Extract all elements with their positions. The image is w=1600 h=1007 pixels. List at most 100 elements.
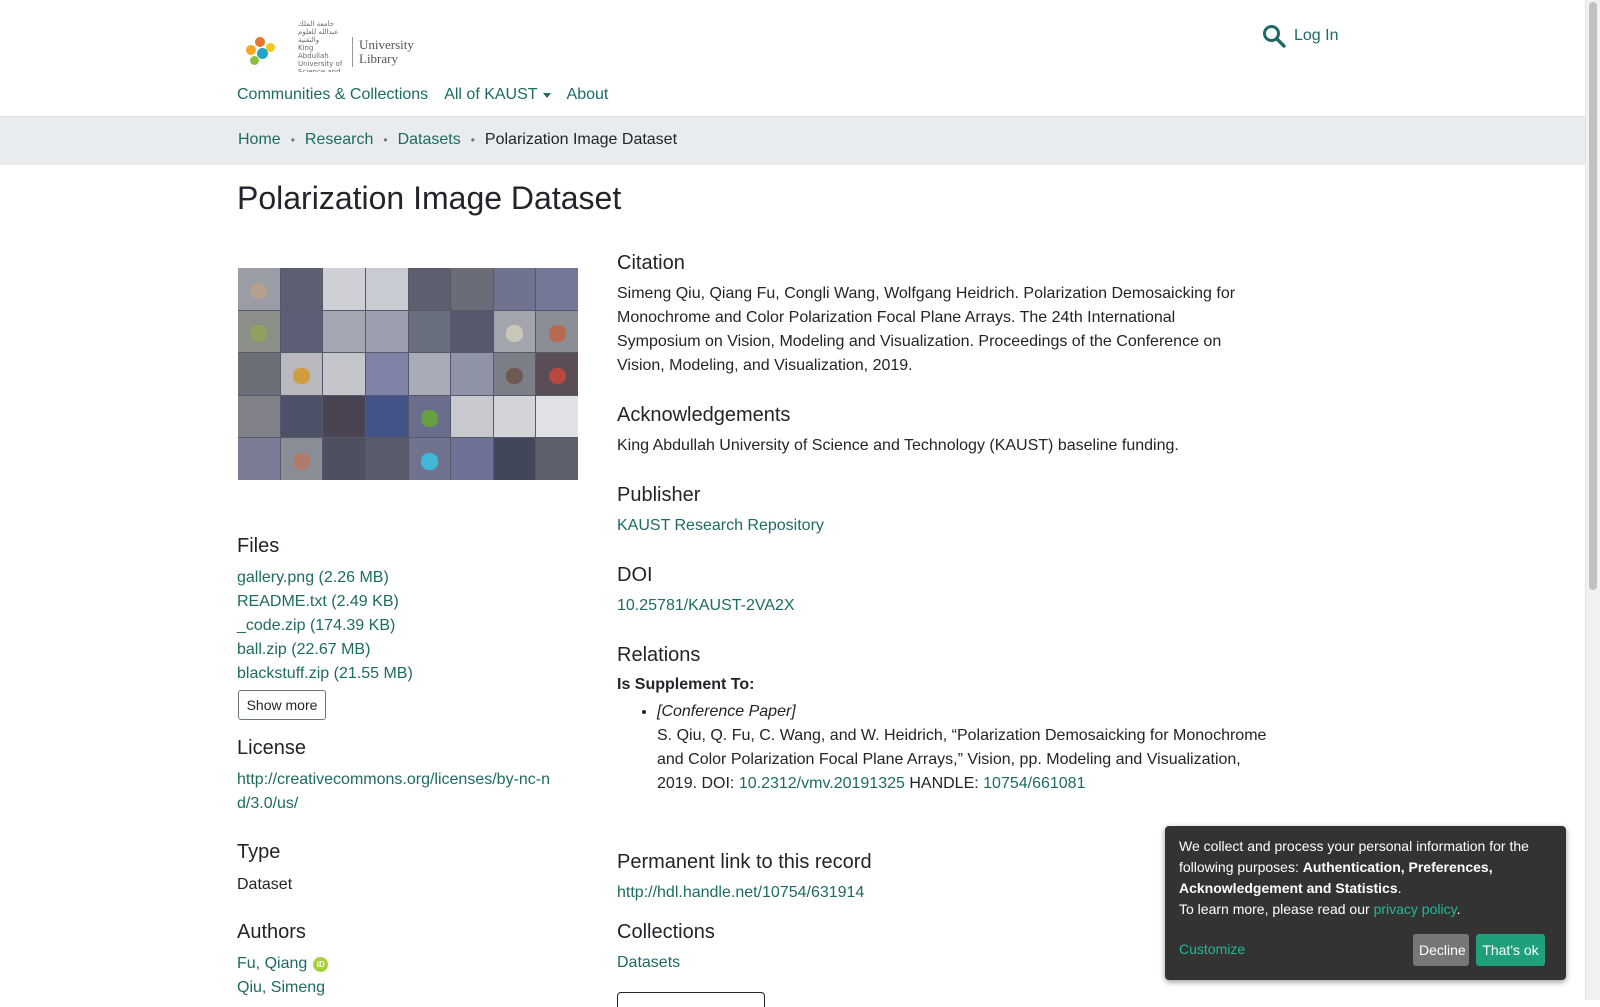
relation-handle-label: HANDLE: [904, 775, 984, 792]
collection-link[interactable]: Datasets [617, 951, 680, 975]
relation-handle-link[interactable]: 10754/661081 [983, 775, 1085, 792]
license-link[interactable]: http://creativecommons.org/licenses/by-n… [237, 768, 557, 816]
doi-link[interactable]: 10.25781/KAUST-2VA2X [617, 594, 795, 618]
scrollbar-thumb[interactable] [1589, 2, 1597, 590]
thumbnail-tile [323, 310, 365, 353]
dataset-thumbnail[interactable] [238, 268, 578, 480]
thumbnail-tile [408, 353, 451, 395]
search-icon[interactable] [1262, 24, 1286, 48]
relation-citation: S. Qiu, Q. Fu, C. Wang, and W. Heidrich,… [657, 724, 1282, 796]
logo-divider [352, 37, 353, 67]
thumbnail-object [293, 452, 310, 470]
thumbnail-tile [451, 310, 493, 353]
thumbnail-tile [493, 353, 536, 395]
kaust-logo-mark-icon [244, 35, 296, 69]
thumbnail-tile [365, 310, 408, 353]
breadcrumb: Home • Research • Datasets • Polarizatio… [0, 117, 1586, 165]
thumbnail-tile [451, 438, 493, 480]
file-link-code[interactable]: _code.zip (174.39 KB) [237, 617, 395, 634]
thumbnail-tile [365, 438, 408, 480]
caret-down-icon [542, 92, 551, 98]
thumbnail-object [250, 282, 268, 300]
decline-button[interactable]: Decline [1413, 934, 1469, 966]
nav-communities-collections[interactable]: Communities & Collections [237, 86, 428, 104]
publisher-link[interactable]: KAUST Research Repository [617, 514, 824, 538]
permalink-link[interactable]: http://hdl.handle.net/10754/631914 [617, 881, 864, 905]
thumbnail-tile [451, 395, 493, 438]
file-link-ball[interactable]: ball.zip (22.67 MB) [237, 641, 370, 658]
relation-doi-link[interactable]: 10.2312/vmv.20191325 [739, 775, 905, 792]
thumbnail-tile [408, 310, 451, 353]
thumbnail-tile [536, 310, 578, 353]
thumbnail-tile [238, 268, 280, 310]
thumbnail-tile [238, 395, 280, 438]
orcid-icon[interactable]: iD [313, 956, 329, 972]
cookie-consent-banner: We collect and process your personal inf… [1165, 826, 1566, 980]
thumbnail-tile [323, 395, 365, 438]
publisher-heading: Publisher [617, 484, 701, 506]
main-nav: Communities & Collections All of KAUST A… [0, 72, 1586, 117]
thumbnail-tile [408, 395, 451, 438]
acknowledgements-heading: Acknowledgements [617, 404, 791, 426]
file-link-readme[interactable]: README.txt (2.49 KB) [237, 593, 399, 610]
files-heading: Files [237, 535, 280, 557]
relation-type: [Conference Paper] [657, 703, 796, 720]
thumbnail-tile [323, 438, 365, 480]
files-list: gallery.png (2.26 MB) README.txt (2.49 K… [237, 566, 413, 686]
cookie-period: . [1397, 880, 1402, 896]
thumbnail-object [420, 452, 438, 470]
logo-library-text: University Library [359, 37, 414, 66]
thumbnail-tile [365, 395, 408, 438]
thumbnail-tile [365, 268, 408, 310]
site-header: جامعة الملك عبدالله للعلوم والتقنية King… [0, 0, 1586, 84]
thumbnail-tile [451, 268, 493, 310]
breadcrumb-research[interactable]: Research [305, 131, 373, 149]
accept-button[interactable]: That's ok [1476, 934, 1545, 966]
breadcrumb-separator: • [383, 133, 388, 147]
license-heading: License [237, 737, 306, 759]
thumbnail-object [548, 325, 566, 342]
thumbnail-tile [536, 395, 578, 438]
collections-heading: Collections [617, 921, 715, 943]
header-actions: Log In [1262, 24, 1338, 48]
thumbnail-tile [280, 438, 323, 480]
page-scrollbar[interactable] [1585, 0, 1600, 1000]
thumbnail-object [506, 325, 523, 342]
thumbnail-tile [493, 438, 536, 480]
thumbnail-tile [365, 353, 408, 395]
author-link[interactable]: Fu, Qiang [237, 952, 307, 976]
nav-about[interactable]: About [567, 86, 609, 104]
breadcrumb-current: Polarization Image Dataset [484, 131, 678, 148]
cookie-message: We collect and process your personal inf… [1179, 836, 1549, 920]
thumbnail-tile [536, 438, 578, 480]
privacy-policy-link[interactable]: privacy policy [1374, 901, 1457, 917]
relations-list: [Conference Paper] S. Qiu, Q. Fu, C. Wan… [617, 700, 1282, 796]
thumbnail-tile [323, 268, 365, 310]
type-heading: Type [237, 841, 281, 863]
thumbnail-tile [323, 353, 365, 395]
customize-link[interactable]: Customize [1179, 939, 1245, 960]
thumbnail-tile [238, 438, 280, 480]
login-link[interactable]: Log In [1294, 27, 1338, 45]
thumbnail-tile [408, 438, 451, 480]
thumbnail-tile [408, 268, 451, 310]
thumbnail-tile [493, 268, 536, 310]
thumbnail-tile [280, 268, 323, 310]
citation-heading: Citation [617, 252, 685, 274]
thumbnail-tile [238, 353, 280, 395]
acknowledgements-text: King Abdullah University of Science and … [617, 437, 1179, 454]
nav-all-of-kaust[interactable]: All of KAUST [444, 86, 551, 104]
show-more-button[interactable]: Show more [238, 690, 326, 720]
thumbnail-object [420, 410, 438, 427]
relation-item: [Conference Paper] S. Qiu, Q. Fu, C. Wan… [657, 700, 1282, 796]
file-link-gallery[interactable]: gallery.png (2.26 MB) [237, 569, 389, 586]
breadcrumb-home[interactable]: Home [238, 131, 281, 149]
breadcrumb-datasets[interactable]: Datasets [398, 131, 461, 149]
thumbnail-tile [238, 310, 280, 353]
thumbnail-object [293, 367, 310, 385]
breadcrumb-separator: • [470, 133, 475, 147]
author-link[interactable]: Qiu, Simeng [237, 976, 325, 1000]
thumbnail-object [548, 367, 566, 385]
file-link-blackstuff[interactable]: blackstuff.zip (21.55 MB) [237, 665, 413, 682]
thumbnail-tile [536, 353, 578, 395]
